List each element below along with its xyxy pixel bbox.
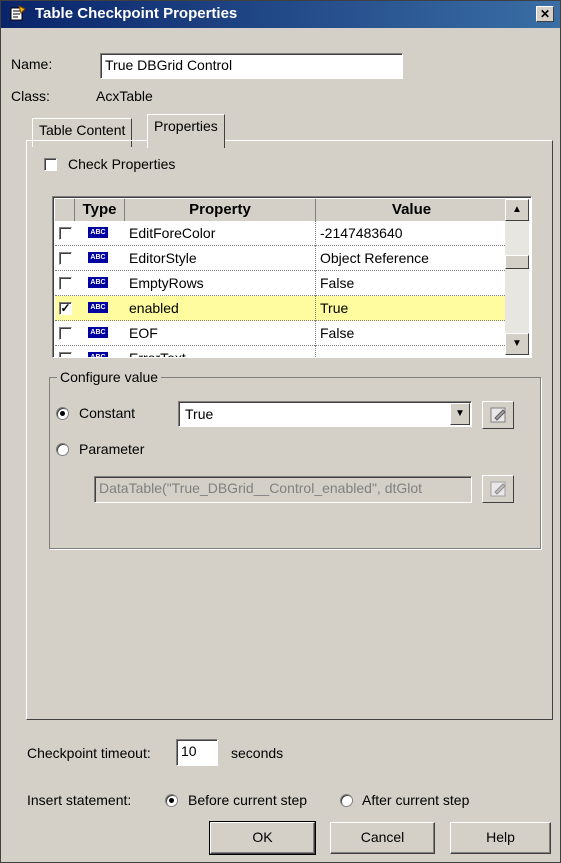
constant-label: Constant	[79, 405, 136, 421]
constant-value-combo[interactable]: True ▼	[178, 401, 472, 427]
table-row[interactable]: ABC ErrorText	[55, 346, 507, 357]
ok-button[interactable]: OK	[209, 821, 316, 855]
parameter-value-field[interactable]: DataTable("True_DBGrid__Control_enabled"…	[94, 476, 472, 503]
value-cell[interactable]	[316, 346, 507, 357]
header-checkbox-column	[55, 199, 75, 221]
name-field[interactable]: True DBGrid Control	[100, 53, 403, 79]
properties-grid[interactable]: Type Property Value ABC EditForeColor -214…	[52, 196, 532, 358]
abc-icon: ABC	[88, 327, 108, 338]
timeout-unit: seconds	[231, 745, 284, 761]
edit-pencil-icon	[490, 481, 506, 497]
timeout-field[interactable]: 10	[176, 739, 218, 766]
scroll-thumb[interactable]	[505, 255, 529, 269]
dialog-title: Table Checkpoint Properties	[35, 5, 238, 22]
table-row[interactable]: ABC EmptyRows False	[55, 271, 507, 296]
close-button[interactable]: ✕	[536, 6, 554, 22]
row-checkbox[interactable]	[59, 352, 72, 357]
property-cell: EditorStyle	[125, 246, 316, 271]
configure-value-legend: Configure value	[57, 369, 162, 385]
value-cell[interactable]: True	[316, 296, 507, 321]
column-header-property[interactable]: Property	[125, 199, 316, 221]
class-label: Class:	[11, 88, 50, 104]
checkpoint-app-icon	[10, 5, 26, 21]
parameter-radio[interactable]	[56, 443, 69, 456]
abc-icon: ABC	[88, 277, 108, 288]
property-cell: enabled	[125, 296, 316, 321]
dialog-window: Table Checkpoint Properties ✕ Name: True…	[0, 0, 561, 863]
abc-icon: ABC	[88, 252, 108, 263]
column-header-type[interactable]: Type	[75, 199, 125, 221]
property-cell: ErrorText	[125, 346, 316, 357]
after-current-step-radio[interactable]	[340, 794, 353, 807]
insert-statement-label: Insert statement:	[27, 792, 132, 808]
abc-icon: ABC	[88, 227, 108, 238]
grid-vertical-scrollbar[interactable]: ▲ ▼	[505, 199, 529, 355]
help-button[interactable]: Help	[450, 822, 551, 854]
after-current-step-label: After current step	[362, 792, 470, 808]
parameter-label: Parameter	[79, 441, 145, 457]
abc-icon: ABC	[88, 352, 108, 357]
constant-radio[interactable]	[56, 407, 69, 420]
value-cell[interactable]: False	[316, 271, 507, 296]
row-checkbox[interactable]	[59, 252, 72, 265]
title-bar[interactable]: Table Checkpoint Properties ✕	[1, 1, 560, 28]
scroll-down-arrow-icon[interactable]: ▼	[505, 333, 529, 355]
table-row[interactable]: ✓ ABC enabled True	[55, 296, 507, 321]
timeout-label: Checkpoint timeout:	[27, 745, 151, 761]
property-cell: EditForeColor	[125, 221, 316, 246]
table-row[interactable]: ABC EditorStyle Object Reference	[55, 246, 507, 271]
property-cell: EOF	[125, 321, 316, 346]
property-cell: EmptyRows	[125, 271, 316, 296]
row-checkbox[interactable]	[59, 277, 72, 290]
close-icon: ✕	[539, 7, 551, 21]
check-properties-label: Check Properties	[68, 156, 176, 172]
table-row[interactable]: ABC EOF False	[55, 321, 507, 346]
scroll-up-arrow-icon[interactable]: ▲	[505, 199, 529, 221]
column-header-value[interactable]: Value	[316, 199, 507, 221]
chevron-down-icon[interactable]: ▼	[450, 403, 470, 425]
name-label: Name:	[11, 56, 53, 72]
value-cell[interactable]: False	[316, 321, 507, 346]
edit-constant-button[interactable]	[482, 401, 514, 429]
constant-value-text: True	[185, 406, 214, 422]
tab-properties[interactable]: Properties	[147, 114, 225, 148]
before-current-step-label: Before current step	[188, 792, 308, 808]
table-row[interactable]: ABC EditForeColor -2147483640	[55, 221, 507, 246]
before-current-step-radio[interactable]	[165, 794, 178, 807]
edit-parameter-button[interactable]	[482, 475, 514, 503]
cancel-button[interactable]: Cancel	[330, 822, 435, 854]
grid-header: Type Property Value	[55, 199, 507, 221]
row-checkbox[interactable]	[59, 327, 72, 340]
row-checkbox[interactable]	[59, 227, 72, 240]
value-cell[interactable]: Object Reference	[316, 246, 507, 271]
value-cell[interactable]: -2147483640	[316, 221, 507, 246]
check-properties-checkbox[interactable]	[44, 158, 57, 171]
row-checkbox[interactable]: ✓	[59, 302, 72, 315]
class-value: AcxTable	[96, 88, 153, 104]
abc-icon: ABC	[88, 302, 108, 313]
edit-pencil-icon	[490, 407, 506, 423]
